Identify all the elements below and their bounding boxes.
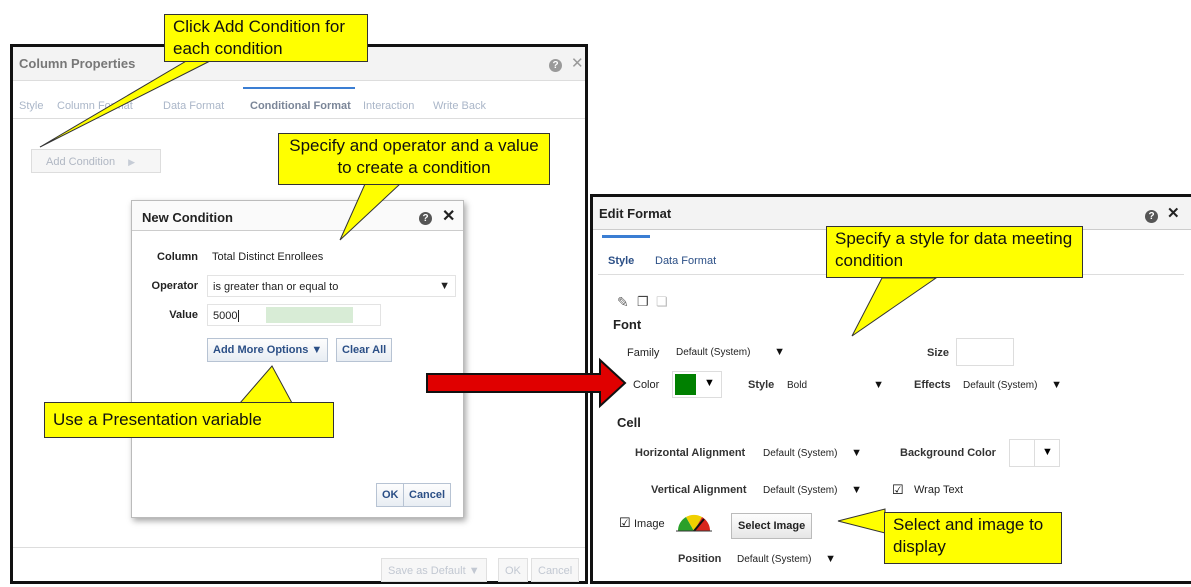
save-as-default-button[interactable]: Save as Default ▼ (381, 558, 487, 582)
brush-icon[interactable]: ✎ (617, 294, 629, 311)
dropdown-arrow-icon: ▼ (851, 484, 862, 496)
dropdown-arrow-icon: ▼ (704, 377, 715, 389)
callout-operator-value: Specify and operator and a value to crea… (278, 133, 550, 185)
cancel-button[interactable]: Cancel (403, 483, 452, 507)
effects-label: Effects (914, 379, 951, 391)
copy-icon[interactable]: ❐ (637, 294, 649, 310)
tab-data-format[interactable]: Data Format (655, 255, 716, 267)
add-condition-button[interactable]: Add Condition ▶ (31, 149, 161, 173)
position-select[interactable]: Default (System) ▼ (732, 547, 842, 571)
select-image-button[interactable]: Select Image (731, 513, 813, 539)
dropdown-arrow-icon: ▼ (1051, 379, 1062, 391)
ok-button[interactable]: OK (376, 483, 405, 507)
effects-value: Default (System) (963, 380, 1038, 391)
vertical-alignment-label: Vertical Alignment (651, 484, 747, 496)
callout-select-image: Select and image to display (884, 512, 1062, 564)
vertical-alignment-value: Default (System) (763, 485, 838, 496)
family-select[interactable]: Default (System) ▼ (671, 340, 791, 364)
font-color-picker[interactable]: ▼ (672, 371, 722, 398)
horizontal-alignment-select[interactable]: Default (System) ▼ (758, 441, 868, 465)
dropdown-arrow-icon: ▼ (851, 447, 862, 459)
value-text: 5000 (213, 310, 238, 322)
wrap-text-checkbox-icon[interactable]: ☑ (892, 482, 904, 498)
tab-write-back[interactable]: Write Back (433, 100, 486, 112)
image-label: Image (634, 518, 665, 530)
position-value: Default (System) (737, 554, 812, 565)
new-condition-dialog: New Condition ? ✕ Column Total Distinct … (131, 200, 464, 518)
column-label: Column (157, 251, 198, 263)
operator-select[interactable]: is greater than or equal to ▼ (207, 275, 456, 297)
wrap-text-label: Wrap Text (914, 484, 964, 496)
callout-add-condition: Click Add Condition for each condition (164, 14, 368, 62)
horizontal-alignment-value: Default (System) (763, 448, 838, 459)
effects-select[interactable]: Default (System) ▼ (958, 373, 1068, 397)
size-label: Size (927, 347, 950, 359)
vertical-alignment-select[interactable]: Default (System) ▼ (758, 478, 868, 502)
column-properties-title: Column Properties (19, 56, 136, 71)
style-label: Style (748, 379, 775, 391)
dropdown-arrow-icon: ▼ (774, 346, 785, 358)
dropdown-arrow-icon: ▼ (1042, 446, 1053, 458)
paste-icon[interactable]: ❏ (656, 294, 668, 310)
horizontal-alignment-label: Horizontal Alignment (635, 447, 746, 459)
tab-data-format[interactable]: Data Format (163, 100, 224, 112)
image-checkbox-icon[interactable]: ☑ (619, 515, 631, 531)
operator-value: is greater than or equal to (213, 281, 339, 293)
tab-conditional-format[interactable]: Conditional Format (250, 100, 351, 112)
dropdown-arrow-icon: ▼ (825, 553, 836, 565)
close-icon[interactable]: ✕ (442, 206, 455, 226)
tab-interaction[interactable]: Interaction (363, 100, 414, 112)
column-value: Total Distinct Enrollees (212, 251, 324, 263)
position-label: Position (678, 553, 722, 565)
column-properties-footer: Save as Default ▼ OK Cancel (13, 547, 585, 587)
column-properties-tabs: Style Column Format Data Format Conditio… (13, 87, 585, 119)
background-color-label: Background Color (900, 447, 996, 459)
font-section-heading: Font (613, 317, 642, 332)
dropdown-arrow-icon: ▼ (873, 379, 884, 391)
font-color-swatch (675, 374, 696, 395)
font-style-value: Bold (787, 380, 808, 391)
cell-section-heading: Cell (617, 415, 641, 430)
add-more-options-button[interactable]: Add More Options ▼ (207, 338, 329, 362)
callout-presentation-variable: Use a Presentation variable (44, 402, 334, 438)
close-icon[interactable]: ✕ (1167, 204, 1180, 222)
help-icon[interactable]: ? (419, 209, 432, 225)
family-label: Family (627, 347, 660, 359)
edit-format-title: Edit Format (599, 206, 672, 221)
active-tab-indicator (602, 235, 650, 238)
callout-style: Specify a style for data meeting conditi… (826, 226, 1083, 278)
ok-button[interactable]: OK (498, 558, 528, 582)
active-tab-indicator (243, 87, 355, 89)
help-icon[interactable]: ? (1145, 207, 1158, 223)
new-condition-titlebar: New Condition ? ✕ (132, 201, 463, 231)
tab-style[interactable]: Style (608, 255, 634, 267)
close-icon[interactable]: ✕ (571, 54, 584, 72)
clear-all-button[interactable]: Clear All (336, 338, 393, 362)
help-icon[interactable]: ? (549, 56, 562, 72)
cancel-button[interactable]: Cancel (531, 558, 580, 582)
size-input[interactable] (956, 338, 1014, 366)
color-label: Color (633, 379, 660, 391)
chevron-right-icon: ▶ (128, 157, 136, 167)
tab-column-format[interactable]: Column Format (57, 100, 133, 112)
value-label: Value (169, 309, 198, 321)
new-condition-title: New Condition (142, 210, 233, 225)
add-condition-label: Add Condition (46, 156, 116, 168)
family-value: Default (System) (676, 347, 751, 358)
background-color-picker[interactable]: ▼ (1009, 439, 1060, 467)
dropdown-arrow-icon: ▼ (439, 280, 450, 292)
gauge-image-icon (676, 514, 712, 532)
selection-highlight (266, 307, 353, 323)
font-style-select[interactable]: Bold ▼ (782, 373, 890, 397)
tab-style[interactable]: Style (19, 100, 43, 112)
operator-label: Operator (151, 280, 198, 292)
